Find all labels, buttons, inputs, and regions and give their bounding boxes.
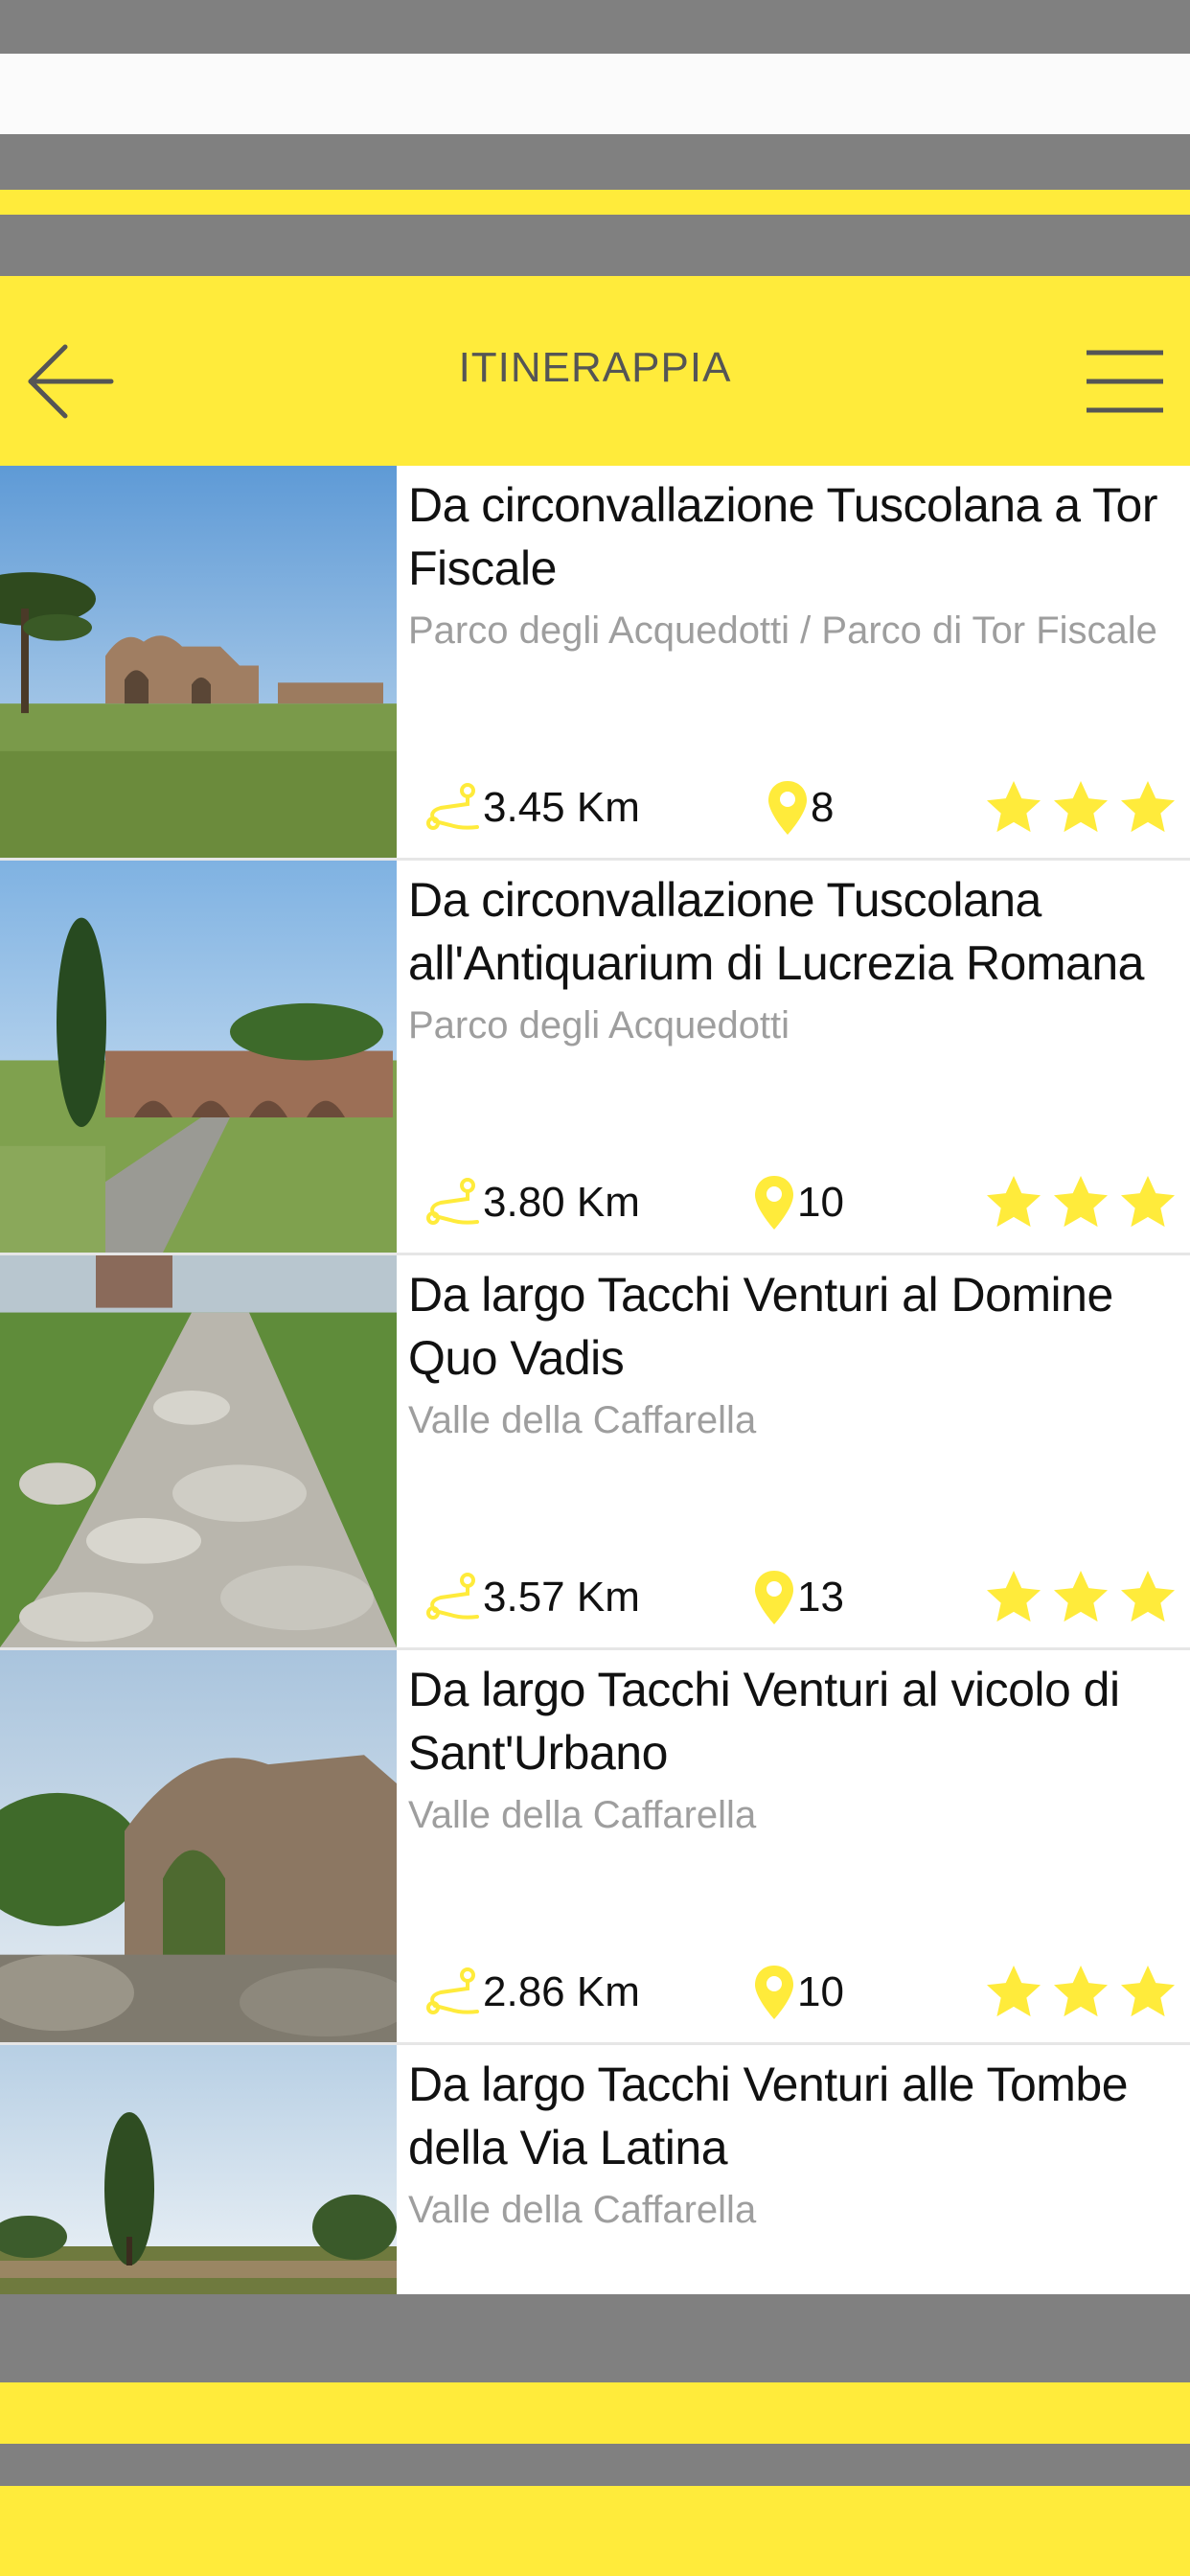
distance-value: 3.57 Km	[483, 1574, 640, 1621]
itinerary-card[interactable]: Da largo Tacchi Venturi al vicolo di San…	[0, 1650, 1190, 2045]
itinerary-meta: 2.86 Km 10	[422, 1958, 1179, 2025]
itinerary-title: Da circonvallazione Tuscolana all'Antiqu…	[408, 873, 1144, 990]
itinerary-card[interactable]: Da largo Tacchi Venturi alle Tombe della…	[0, 2045, 1190, 2296]
status-bar	[0, 0, 1190, 54]
star-icon	[987, 1966, 1041, 2017]
star-icon	[987, 1571, 1041, 1622]
app-header: ITINERAPPIA	[0, 276, 1190, 466]
map-pin-icon	[755, 1571, 793, 1624]
star-icon	[1121, 1571, 1175, 1622]
itinerary-photo	[0, 861, 397, 1253]
top-yellow-strip	[0, 190, 1190, 215]
itinerary-photo	[0, 1650, 397, 2042]
distance: 2.86 Km	[422, 1964, 640, 2021]
distance: 3.80 Km	[422, 1174, 640, 1231]
points-count: 8	[767, 779, 834, 837]
itinerary-subtitle: Parco degli Acquedotti	[408, 1004, 790, 1046]
map-pin-icon	[768, 781, 807, 835]
menu-button[interactable]	[1077, 334, 1173, 429]
bottom-yellow-band-2	[0, 2486, 1190, 2576]
star-icon	[1121, 781, 1175, 833]
top-spacer	[0, 54, 1190, 134]
itinerary-photo	[0, 1255, 397, 1647]
star-rating	[983, 777, 1179, 840]
itinerary-meta: 3.45 Km 8	[422, 773, 1179, 840]
itinerary-meta: 3.80 Km 10	[422, 1168, 1179, 1235]
itinerary-subtitle: Valle della Caffarella	[408, 1794, 757, 1836]
points-count: 10	[753, 1964, 844, 2021]
bottom-gray-band	[0, 2294, 1190, 2382]
top-gray-band-2	[0, 215, 1190, 276]
distance: 3.45 Km	[422, 779, 640, 837]
star-icon	[987, 781, 1041, 833]
itinerary-card[interactable]: Da circonvallazione Tuscolana a Tor Fisc…	[0, 466, 1190, 861]
itinerary-meta: 3.57 Km 13	[422, 1563, 1179, 1630]
points-value: 10	[797, 1179, 844, 1226]
itinerary-title: Da largo Tacchi Venturi al Domine Quo Va…	[408, 1268, 1113, 1385]
hamburger-menu-icon	[1087, 350, 1163, 413]
distance-value: 3.80 Km	[483, 1179, 640, 1226]
route-icon	[426, 1967, 479, 2014]
map-pin-icon	[755, 1966, 793, 2019]
top-gray-band	[0, 134, 1190, 190]
bottom-gray-band-2	[0, 2444, 1190, 2486]
points-value: 10	[797, 1968, 844, 2015]
itinerary-card[interactable]: Da largo Tacchi Venturi al Domine Quo Va…	[0, 1255, 1190, 1650]
star-icon	[1054, 781, 1108, 833]
itinerary-subtitle: Valle della Caffarella	[408, 2189, 757, 2231]
itinerary-title: Da circonvallazione Tuscolana a Tor Fisc…	[408, 478, 1158, 595]
itinerary-subtitle: Valle della Caffarella	[408, 1399, 757, 1441]
route-icon	[426, 1573, 479, 1620]
star-rating	[983, 1567, 1179, 1630]
itinerary-subtitle: Parco degli Acquedotti / Parco di Tor Fi…	[408, 610, 1157, 652]
points-count: 10	[753, 1174, 844, 1231]
points-value: 13	[797, 1574, 844, 1621]
route-icon	[426, 783, 479, 830]
itinerary-photo	[0, 2045, 397, 2296]
distance-value: 3.45 Km	[483, 784, 640, 831]
itinerary-title: Da largo Tacchi Venturi alle Tombe della…	[408, 2058, 1129, 2174]
points-value: 8	[811, 784, 835, 831]
itinerary-title: Da largo Tacchi Venturi al vicolo di San…	[408, 1663, 1120, 1780]
itinerary-list: Da circonvallazione Tuscolana a Tor Fisc…	[0, 466, 1190, 2296]
distance: 3.57 Km	[422, 1569, 640, 1626]
star-icon	[1054, 1176, 1108, 1228]
map-pin-icon	[755, 1176, 793, 1230]
page-title: ITINERAPPIA	[458, 344, 732, 391]
route-icon	[426, 1178, 479, 1225]
star-icon	[1054, 1966, 1108, 2017]
distance-value: 2.86 Km	[483, 1968, 640, 2015]
bottom-yellow-band	[0, 2382, 1190, 2444]
itinerary-card[interactable]: Da circonvallazione Tuscolana all'Antiqu…	[0, 861, 1190, 1255]
star-rating	[983, 1962, 1179, 2025]
star-rating	[983, 1172, 1179, 1235]
points-count: 13	[753, 1569, 844, 1626]
itinerary-photo	[0, 466, 397, 858]
star-icon	[1121, 1966, 1175, 2017]
star-icon	[1054, 1571, 1108, 1622]
star-icon	[987, 1176, 1041, 1228]
star-icon	[1121, 1176, 1175, 1228]
